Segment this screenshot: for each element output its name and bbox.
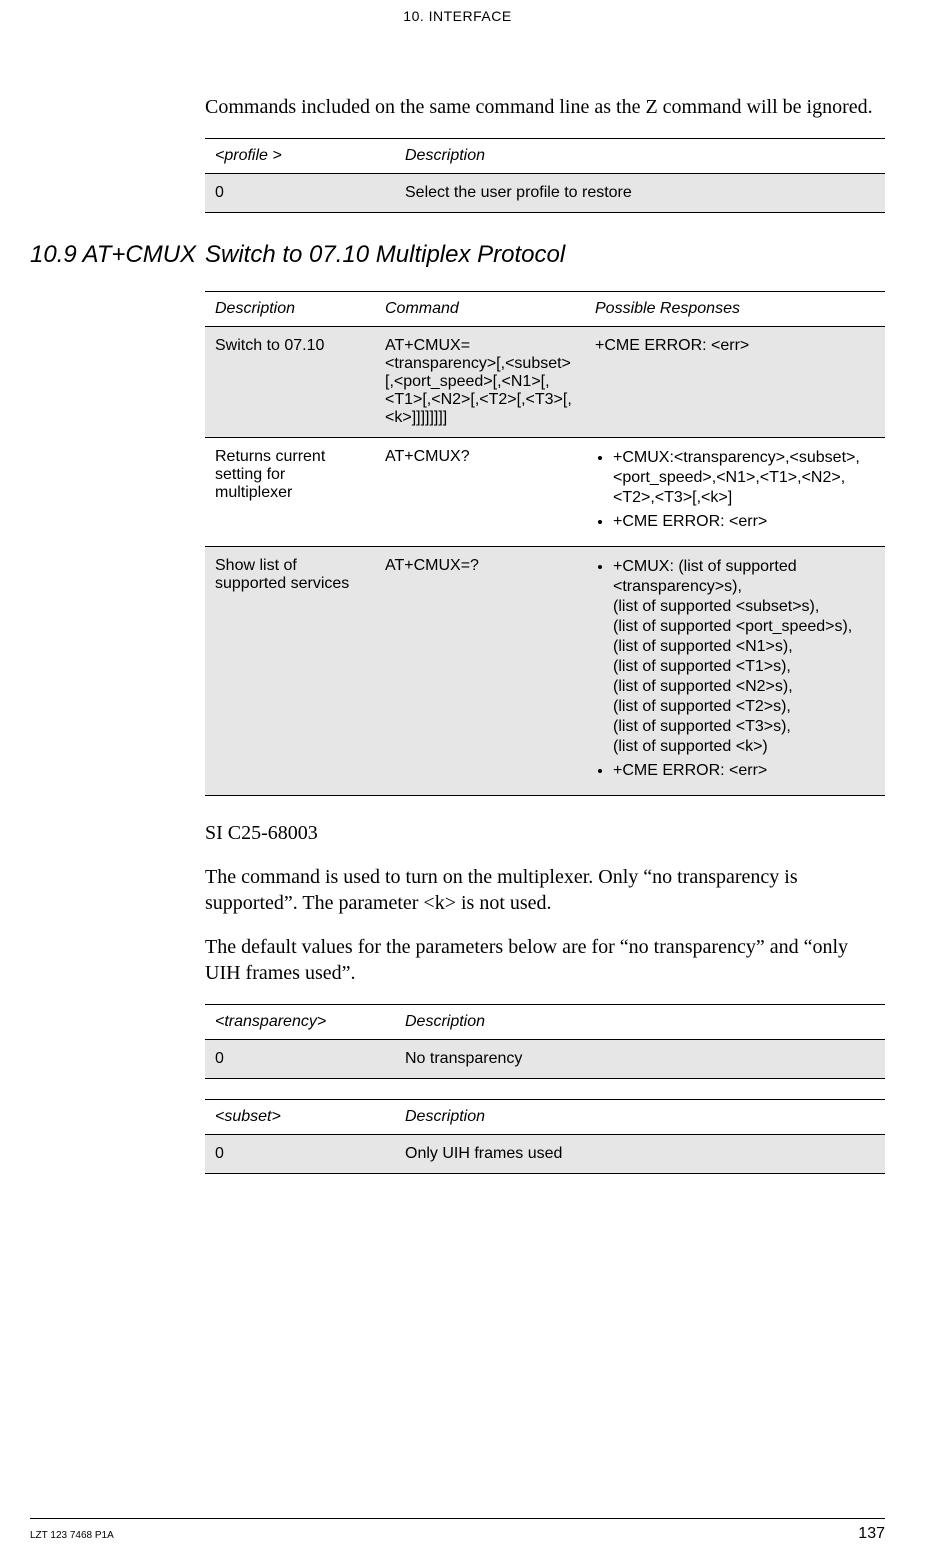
document-id: LZT 123 7468 P1A (30, 1530, 114, 1541)
cell: No transparency (395, 1040, 885, 1079)
section-title: Switch to 07.10 Multiplex Protocol (205, 241, 885, 269)
col-header: Possible Responses (585, 292, 885, 327)
transparency-table: <transparency> Description 0 No transpar… (205, 1004, 885, 1079)
table-header-row: <transparency> Description (205, 1005, 885, 1040)
content-area: Commands included on the same command li… (205, 94, 885, 1174)
body-paragraph: The command is used to turn on the multi… (205, 864, 885, 916)
profile-table: <profile > Description 0 Select the user… (205, 138, 885, 213)
cell: 0 (205, 1135, 395, 1174)
col-header: <transparency> (205, 1005, 395, 1040)
table-row: Switch to 07.10 AT+CMUX=<transparency>[,… (205, 327, 885, 438)
col-header: <profile > (205, 139, 395, 174)
col-header: Description (395, 1100, 885, 1135)
subset-table: <subset> Description 0 Only UIH frames u… (205, 1099, 885, 1174)
table-row: 0 Only UIH frames used (205, 1135, 885, 1174)
cell-resp: +CMUX: (list of supported <transparency>… (585, 547, 885, 796)
page: 10. INTERFACE Commands included on the s… (0, 0, 945, 1563)
running-header: 10. INTERFACE (30, 8, 885, 24)
body-paragraph: The default values for the parameters be… (205, 934, 885, 986)
cell: Select the user profile to restore (395, 174, 885, 213)
section-number: 10.9 AT+CMUX (30, 241, 205, 269)
cell-resp: +CME ERROR: <err> (585, 327, 885, 438)
table-row: 0 No transparency (205, 1040, 885, 1079)
command-table: Description Command Possible Responses S… (205, 291, 885, 796)
cell: Only UIH frames used (395, 1135, 885, 1174)
col-header: Command (375, 292, 585, 327)
cell-desc: Returns current setting for multiplexer (205, 438, 375, 547)
table-header-row: <subset> Description (205, 1100, 885, 1135)
cell-cmd: AT+CMUX=<transparency>[,<subset>[,<port_… (375, 327, 585, 438)
cell: 0 (205, 174, 395, 213)
resp-item: +CMUX:<transparency>,<subset>,<port_spee… (613, 448, 875, 508)
col-header: Description (205, 292, 375, 327)
resp-item: +CMUX: (list of supported <transparency>… (613, 557, 875, 757)
table-header-row: <profile > Description (205, 139, 885, 174)
section-heading: 10.9 AT+CMUX Switch to 07.10 Multiplex P… (30, 241, 885, 269)
table-row: Returns current setting for multiplexer … (205, 438, 885, 547)
resp-item: +CME ERROR: <err> (613, 761, 875, 781)
intro-paragraph: Commands included on the same command li… (205, 94, 885, 120)
page-number: 137 (858, 1525, 885, 1543)
page-footer: LZT 123 7468 P1A 137 (30, 1518, 885, 1543)
cell-cmd: AT+CMUX? (375, 438, 585, 547)
col-header: <subset> (205, 1100, 395, 1135)
cell-desc: Show list of supported services (205, 547, 375, 796)
table-row: Show list of supported services AT+CMUX=… (205, 547, 885, 796)
cell-cmd: AT+CMUX=? (375, 547, 585, 796)
table-row: 0 Select the user profile to restore (205, 174, 885, 213)
cell-resp: +CMUX:<transparency>,<subset>,<port_spee… (585, 438, 885, 547)
cell-desc: Switch to 07.10 (205, 327, 375, 438)
col-header: Description (395, 1005, 885, 1040)
resp-item: +CME ERROR: <err> (613, 512, 875, 532)
reference-line: SI C25-68003 (205, 820, 885, 846)
cell: 0 (205, 1040, 395, 1079)
col-header: Description (395, 139, 885, 174)
table-header-row: Description Command Possible Responses (205, 292, 885, 327)
